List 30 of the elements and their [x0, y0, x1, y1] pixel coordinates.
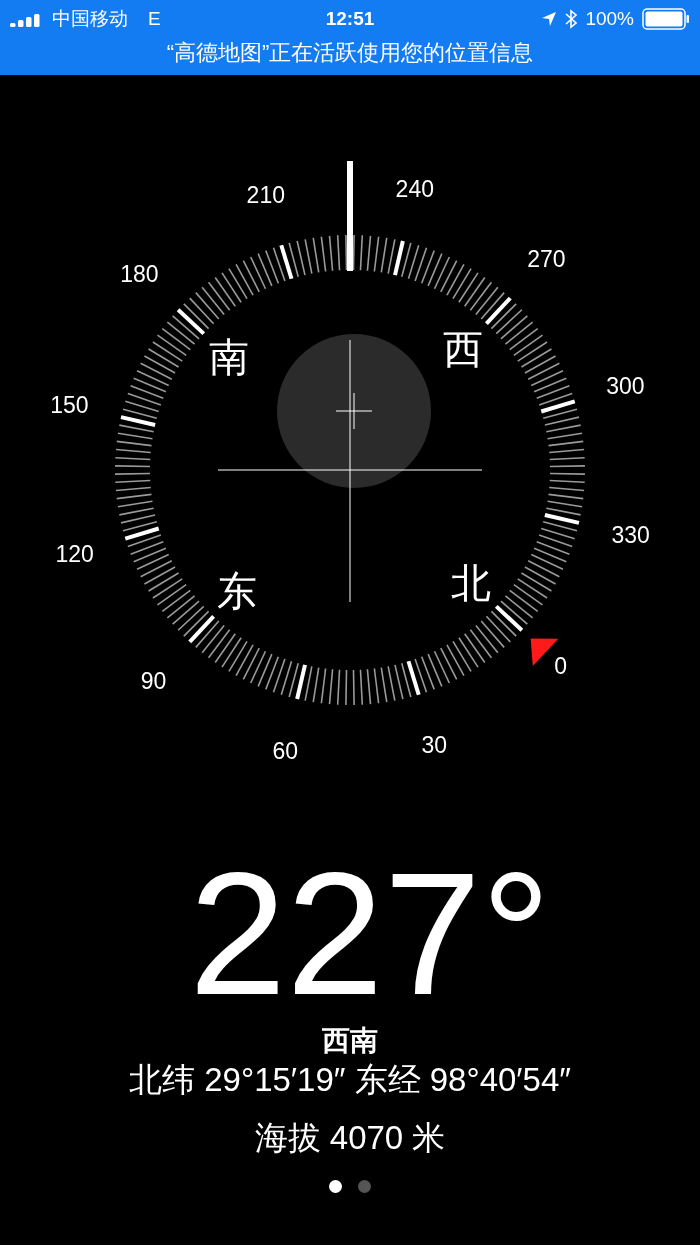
location-arrow-icon — [541, 11, 558, 27]
network-type: E — [148, 6, 161, 31]
degree-label: 330 — [611, 521, 650, 548]
degree-label: 120 — [55, 541, 94, 568]
degree-label: 300 — [606, 372, 645, 399]
small-cross-icon — [335, 392, 373, 430]
cardinal-label: 北 — [450, 560, 491, 605]
degree-label: 150 — [50, 392, 89, 419]
location-banner[interactable]: “高德地图”正在活跃使用您的位置信息 — [166, 38, 534, 68]
degree-label: 0 — [554, 653, 568, 680]
direction-label: 西南 — [322, 1026, 378, 1056]
cardinal-label: 西 — [442, 327, 483, 372]
degree-label: 90 — [140, 667, 167, 694]
degree-label: 240 — [395, 176, 434, 203]
degree-label: 30 — [421, 732, 447, 759]
altitude-text: 海拔 4070 米 — [254, 1118, 446, 1158]
heading-degrees: 227° — [189, 841, 551, 1026]
bluetooth-icon — [565, 9, 578, 29]
coordinates-text: 北纬 29°15′19″ 东经 98°40′54″ — [129, 1060, 571, 1100]
cardinal-label: 南 — [209, 335, 250, 380]
degree-label: 180 — [120, 260, 159, 287]
cardinal-label: 东 — [217, 568, 258, 613]
degree-label: 60 — [272, 737, 298, 764]
degree-label: 210 — [246, 181, 285, 208]
battery-icon — [642, 8, 690, 30]
carrier-name: 中国移动 — [52, 6, 128, 31]
clock-time: 12:51 — [324, 6, 376, 31]
signal-icon — [10, 11, 42, 27]
degree-label: 270 — [527, 246, 566, 273]
battery-percent: 100% — [585, 6, 634, 31]
